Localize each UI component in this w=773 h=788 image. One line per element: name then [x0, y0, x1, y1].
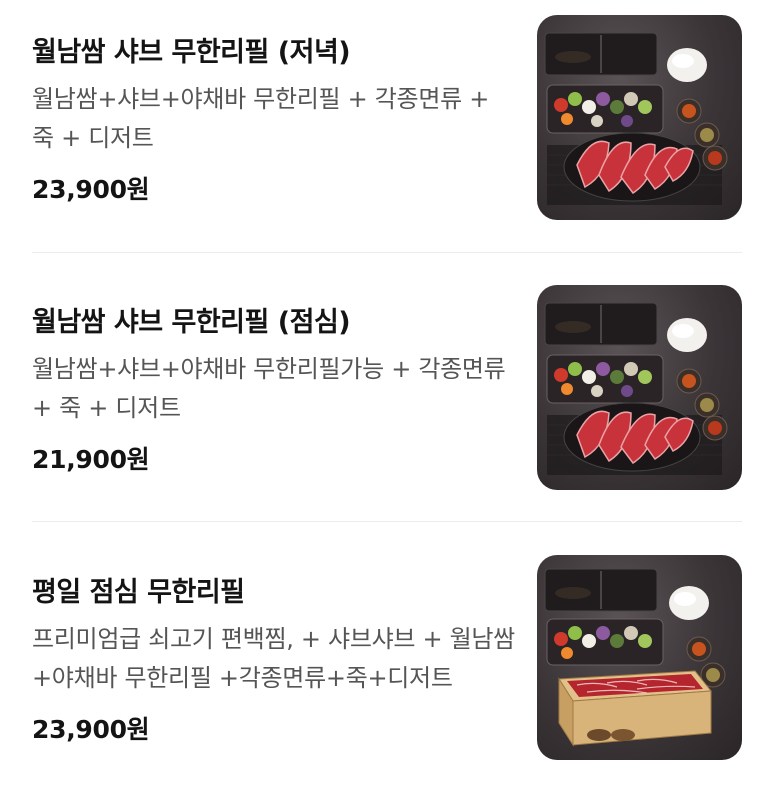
divider	[32, 252, 742, 253]
menu-item-description: 월남쌈+샤브+야채바 무한리필 + 각종면류 + 죽 + 디저트	[32, 85, 490, 152]
menu-item-photo	[537, 285, 742, 490]
menu-item-title: 월남쌈 샤브 무한리필 (점심)	[32, 307, 351, 338]
menu-item-title: 평일 점심 무한리필	[32, 577, 245, 608]
menu-item-photo	[537, 15, 742, 220]
menu-list: 월남쌈 샤브 무한리필 (저녁) 월남쌈+샤브+야채바 무한리필 + 각종면류 …	[0, 0, 773, 788]
menu-item-title: 월남쌈 샤브 무한리필 (저녁)	[32, 37, 351, 68]
menu-item[interactable]: 평일 점심 무한리필 프리미엄급 쇠고기 편백찜, + 샤브샤브 + 월남쌈 +…	[0, 540, 773, 788]
menu-item-price: 23,900원	[32, 175, 150, 204]
menu-item-price: 23,900원	[32, 715, 150, 744]
menu-item-description: 프리미엄급 쇠고기 편백찜, + 샤브샤브 + 월남쌈 +야채바 무한리필 +각…	[32, 625, 515, 692]
menu-item[interactable]: 월남쌈 샤브 무한리필 (저녁) 월남쌈+샤브+야채바 무한리필 + 각종면류 …	[0, 0, 773, 270]
menu-item-price: 21,900원	[32, 445, 150, 474]
divider	[32, 521, 742, 522]
menu-item-description: 월남쌈+샤브+야채바 무한리필가능 + 각종면류 + 죽 + 디저트	[32, 355, 506, 422]
menu-item-photo	[537, 555, 742, 760]
menu-item[interactable]: 월남쌈 샤브 무한리필 (점심) 월남쌈+샤브+야채바 무한리필가능 + 각종면…	[0, 270, 773, 540]
